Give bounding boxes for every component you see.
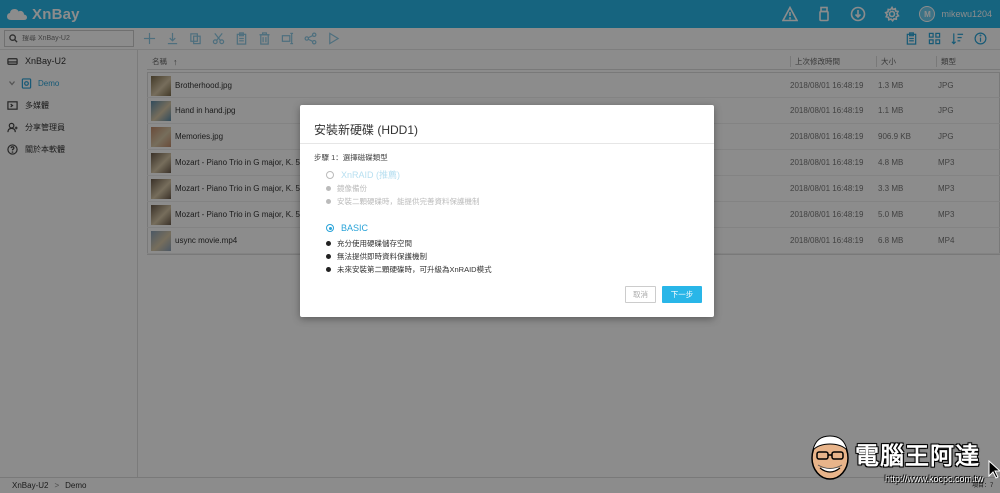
- watermark-text: 電腦王阿達: [855, 443, 980, 470]
- dialog-title: 安裝新硬碟 (HDD1): [314, 123, 418, 137]
- option-basic[interactable]: BASIC: [326, 223, 368, 233]
- option-title: XnRAID (推薦): [341, 170, 401, 180]
- bullet-dot: [326, 186, 331, 191]
- option-xnraid[interactable]: XnRAID (推薦): [326, 168, 400, 181]
- next-button[interactable]: 下一步: [662, 286, 702, 303]
- cancel-button[interactable]: 取消: [625, 286, 656, 303]
- option-bullet: 未來安裝第二顆硬碟時，可升級為XnRAID模式: [326, 264, 492, 275]
- step-label: 步驟 1：選擇磁碟類型: [314, 153, 388, 162]
- watermark: 電腦王阿達 http://www.kocpc.com.tw: [800, 432, 1000, 493]
- watermark-url: http://www.kocpc.com.tw: [885, 474, 984, 484]
- bullet-dot: [326, 199, 331, 204]
- xnraid-radio[interactable]: [326, 170, 334, 179]
- bullet-dot: [326, 254, 331, 259]
- option-bullet: 充分使用硬碟儲存空間: [326, 238, 412, 249]
- option-bullet: 鏡像備份: [326, 183, 367, 194]
- bullet-dot: [326, 241, 331, 246]
- install-disk-dialog: 安裝新硬碟 (HDD1) 步驟 1：選擇磁碟類型 XnRAID (推薦) 鏡像備…: [300, 105, 714, 317]
- mouse-cursor-icon: [988, 460, 1000, 479]
- dialog-divider: [300, 143, 714, 144]
- option-title: BASIC: [341, 223, 369, 233]
- basic-radio[interactable]: [326, 224, 334, 232]
- option-bullet: 無法提供即時資料保護機制: [326, 251, 427, 262]
- mascot-face-icon: [811, 435, 849, 480]
- bullet-dot: [326, 267, 331, 272]
- option-bullet: 安裝二顆硬碟時，能提供完善資料保護機制: [326, 196, 480, 207]
